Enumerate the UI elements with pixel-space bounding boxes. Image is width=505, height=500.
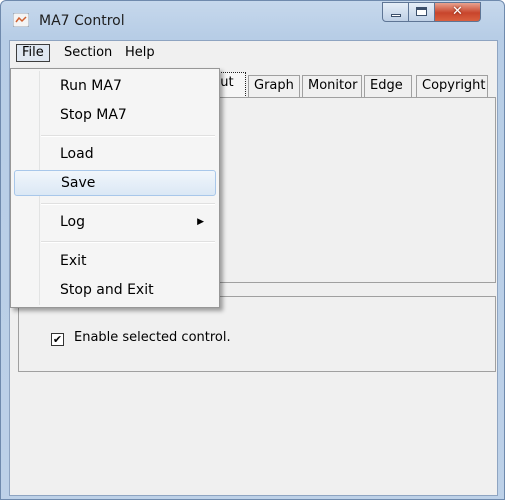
menu-item-load[interactable]: Load [14,141,216,167]
menu-item-label: Load [60,146,94,162]
maximize-button[interactable] [409,2,435,22]
menu-item-stop-ma7[interactable]: Stop MA7 [14,102,216,128]
menu-file[interactable]: File [16,44,50,62]
menu-bar: File Section Help [10,41,497,65]
tab-edge[interactable]: Edge [364,75,412,97]
app-icon [13,13,29,27]
menu-separator [41,203,215,205]
tab-copyright[interactable]: Copyright [416,75,488,97]
enable-control-checkbox[interactable]: ✔ [51,333,64,346]
enable-control-label[interactable]: Enable selected control. [74,330,231,345]
maximize-icon [416,7,427,16]
menu-item-stop-and-exit[interactable]: Stop and Exit [14,277,216,303]
menu-item-run-ma7[interactable]: Run MA7 [14,73,216,99]
menu-item-label: Stop and Exit [60,282,154,298]
application-window: MA7 Control ✕ File Section Help put Grap… [0,0,505,500]
menu-item-label: Log [60,214,86,230]
menu-separator [41,241,215,243]
tab-monitor[interactable]: Monitor [302,75,362,97]
menu-separator [41,135,215,137]
submenu-arrow-icon: ▶ [197,217,204,227]
minimize-button[interactable] [382,2,409,22]
menu-item-label: Run MA7 [60,78,122,94]
menu-item-exit[interactable]: Exit [14,248,216,274]
menu-help[interactable]: Help [120,44,160,62]
menu-item-label: Save [61,175,96,191]
title-bar[interactable]: MA7 Control ✕ [1,1,504,37]
file-menu-dropdown: Run MA7 Stop MA7 Load Save Log ▶ Exit St… [10,68,220,308]
minimize-icon [391,14,401,17]
window-title: MA7 Control [39,13,125,29]
window-controls: ✕ [382,2,481,22]
tab-graph[interactable]: Graph [248,75,300,97]
menu-item-log[interactable]: Log ▶ [14,209,216,235]
menu-item-save[interactable]: Save [14,170,216,196]
menu-item-label: Exit [60,253,87,269]
menu-item-label: Stop MA7 [60,107,127,123]
menu-section[interactable]: Section [59,44,117,62]
close-icon: ✕ [452,4,463,19]
close-button[interactable]: ✕ [435,2,481,22]
